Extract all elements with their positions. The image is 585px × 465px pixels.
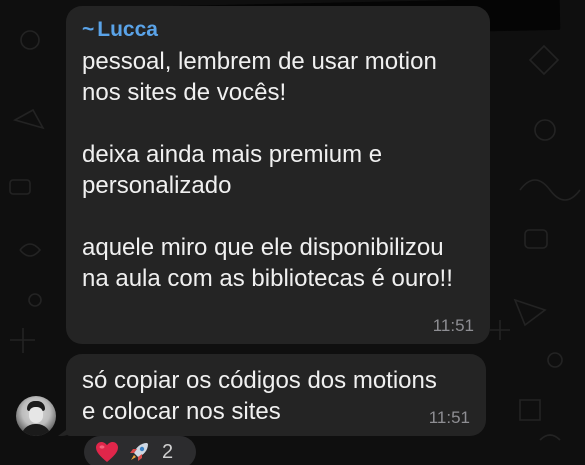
message-timestamp: 11:51	[432, 316, 474, 335]
sender-name[interactable]: ~ Lucca	[82, 17, 474, 43]
message-line: na aula com as bibliotecas é ouro!!	[82, 265, 453, 292]
reactions-pill[interactable]: 2	[84, 436, 196, 465]
message-line: nos sites de vocês!	[82, 79, 287, 106]
message-bubble[interactable]: só copiar os códigos dos motions e coloc…	[66, 354, 486, 436]
message-paragraph-gap	[82, 108, 474, 139]
message-bubble[interactable]: ~ Lucca pessoal, lembrem de usar motion …	[66, 6, 490, 344]
message-line: aquele miro que ele disponibilizou	[82, 234, 444, 261]
heart-icon	[94, 439, 120, 465]
sender-tilde: ~	[82, 18, 95, 41]
message-line: só copiar os códigos dos motions	[82, 367, 437, 394]
message-timestamp: 11:51	[428, 408, 470, 427]
avatar-body	[21, 424, 51, 436]
avatar[interactable]	[16, 396, 56, 436]
message-line: e colocar nos sites	[82, 398, 281, 425]
avatar-face	[29, 407, 43, 423]
message-line: personalizado	[82, 172, 232, 199]
chat-view: ~ Lucca pessoal, lembrem de usar motion …	[0, 0, 585, 465]
message-paragraph-gap	[82, 201, 474, 232]
message-line: deixa ainda mais premium e	[82, 141, 383, 168]
rocket-icon	[126, 439, 152, 465]
message-line: pessoal, lembrem de usar motion	[82, 48, 437, 75]
reaction-count: 2	[162, 440, 174, 463]
sender-name-text: Lucca	[97, 18, 158, 41]
